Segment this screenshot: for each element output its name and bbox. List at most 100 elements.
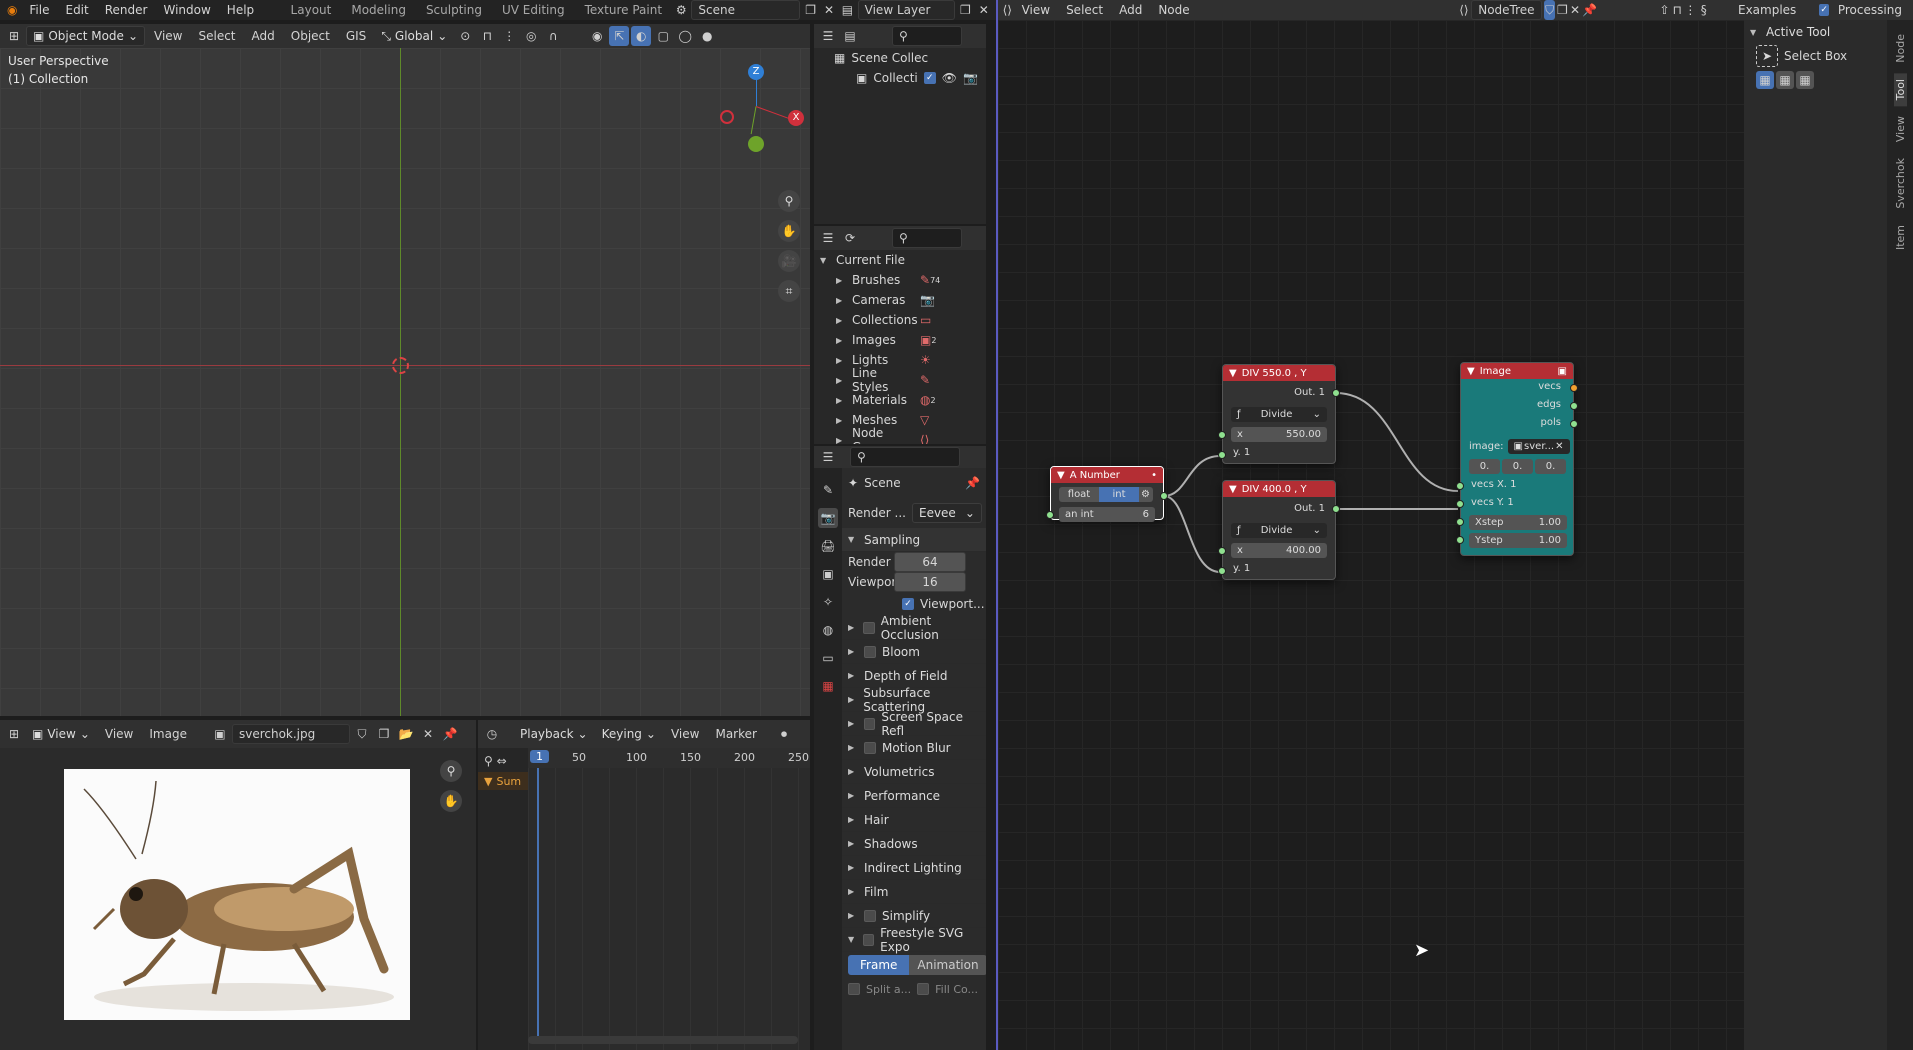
- fill-checkbox[interactable]: [917, 983, 930, 995]
- viewport-menu-select[interactable]: Select: [191, 27, 242, 45]
- properties-search-input[interactable]: ⚲: [850, 447, 960, 467]
- viewport-menu-object[interactable]: Object: [284, 27, 337, 45]
- close-icon[interactable]: ✕: [1555, 441, 1563, 452]
- view-layer-tab-icon[interactable]: ▣: [818, 564, 838, 584]
- node-menu-view[interactable]: View: [1015, 1, 1057, 19]
- node-menu-select[interactable]: Select: [1059, 1, 1110, 19]
- outliner-collection[interactable]: ▣ Collecti ✓ 👁 📷: [814, 68, 986, 88]
- new-view-layer-icon[interactable]: ❐: [957, 0, 973, 20]
- outliner-scene-collection[interactable]: ▦ Scene Collec: [814, 48, 986, 68]
- tab-layout[interactable]: Layout: [282, 0, 341, 20]
- input-socket[interactable]: [1046, 511, 1054, 519]
- menu-edit[interactable]: Edit: [58, 1, 95, 19]
- viewport-menu-view[interactable]: View: [147, 27, 189, 45]
- node-header[interactable]: ▼ Image ▣: [1461, 363, 1573, 379]
- output-socket[interactable]: [1160, 492, 1168, 500]
- collection-exclude-checkbox[interactable]: ✓: [923, 72, 936, 84]
- scene-tab-icon[interactable]: ✧: [818, 592, 838, 612]
- blend-search-input[interactable]: ⚲: [892, 228, 962, 248]
- menu-window[interactable]: Window: [156, 1, 217, 19]
- tab-texture-paint[interactable]: Texture Paint: [576, 0, 671, 20]
- panel-row[interactable]: ▶ Shadows: [842, 832, 986, 856]
- vecs-x-input-socket[interactable]: [1456, 482, 1464, 490]
- panel-checkbox[interactable]: [864, 645, 876, 658]
- menu-help[interactable]: Help: [220, 1, 261, 19]
- file-tree-item[interactable]: ▶ Collections ▭: [814, 310, 986, 330]
- node-header[interactable]: ▼ DIV 550.0 , Y: [1223, 365, 1335, 381]
- pin-icon[interactable]: 📌: [965, 476, 980, 490]
- panel-checkbox[interactable]: [864, 741, 876, 754]
- new-scene-icon[interactable]: ❐: [802, 0, 818, 20]
- vec-z-field[interactable]: 0.: [1535, 459, 1566, 474]
- mode-float-button[interactable]: float: [1059, 487, 1099, 502]
- node-editor-type-icon[interactable]: ⟨⟩: [1002, 0, 1013, 20]
- render-engine-dropdown[interactable]: Eevee ⌄: [911, 503, 982, 523]
- playback-menu[interactable]: Playback ⌄: [514, 724, 594, 744]
- viewport-3d[interactable]: User Perspective (1) Collection Z X ⚲ ✋ …: [0, 48, 810, 716]
- gizmo-y-axis[interactable]: [748, 136, 764, 152]
- node-header[interactable]: ▼ A Number •: [1051, 467, 1163, 483]
- panel-row[interactable]: ▶ Film: [842, 880, 986, 904]
- delete-scene-icon[interactable]: ✕: [821, 0, 837, 20]
- blender-logo-icon[interactable]: ◉: [4, 0, 20, 20]
- outliner-editor-icon[interactable]: ☰: [818, 228, 838, 248]
- file-tree-item[interactable]: ▶ Brushes ✎ 74: [814, 270, 986, 290]
- output-tab-icon[interactable]: 🖨: [818, 536, 838, 556]
- vecs-y-input-socket[interactable]: [1456, 500, 1464, 508]
- panel-row[interactable]: ▶ Bloom: [842, 640, 986, 664]
- new-image-icon[interactable]: ❐: [374, 724, 394, 744]
- node-editor-canvas[interactable]: ▼ A Number • float int ⚙ an int 6 ▼ DIV 550.…: [998, 20, 1744, 1050]
- image-editor-canvas[interactable]: ⚲ ✋: [0, 748, 476, 1050]
- panel-row[interactable]: ▶ Ambient Occlusion: [842, 614, 986, 642]
- record-icon[interactable]: ⏺: [774, 724, 794, 744]
- zoom-icon[interactable]: ⚲: [440, 760, 462, 782]
- outliner-search-input[interactable]: ⚲: [892, 26, 962, 46]
- texture-tab-icon[interactable]: ▦: [818, 676, 838, 696]
- tab-modeling[interactable]: Modeling: [342, 0, 415, 20]
- panel-row[interactable]: ▶ Motion Blur: [842, 736, 986, 760]
- camera-view-icon[interactable]: 🎥: [778, 250, 800, 272]
- unlink-image-icon[interactable]: ✕: [418, 724, 438, 744]
- unlink-tree-icon[interactable]: ✕: [1570, 0, 1581, 20]
- timeline-scrollbar[interactable]: [528, 1036, 798, 1044]
- new-tree-icon[interactable]: ❐: [1557, 0, 1568, 20]
- timeline-menu-view[interactable]: View: [664, 725, 706, 743]
- select-box-icon[interactable]: ➤: [1756, 45, 1778, 67]
- vec-x-field[interactable]: 0.: [1469, 459, 1500, 474]
- sidebar-tab-node[interactable]: Node: [1894, 28, 1907, 69]
- tab-sculpting[interactable]: Sculpting: [417, 0, 491, 20]
- 3d-cursor-icon[interactable]: [392, 357, 409, 374]
- panel-checkbox[interactable]: [864, 909, 876, 922]
- world-tab-icon[interactable]: ◍: [818, 620, 838, 640]
- image-name-field[interactable]: sverchok.jpg: [231, 724, 350, 744]
- pivot-icon[interactable]: ⊙: [455, 26, 475, 46]
- eye-icon[interactable]: 👁: [942, 71, 957, 85]
- visibility-icon[interactable]: ◉: [587, 26, 607, 46]
- timeline-area[interactable]: ⚲ ⇔ ▼ Sum 1 50 100 150 200 250: [478, 748, 810, 1050]
- node-div-550[interactable]: ▼ DIV 550.0 , Y Out. 1 ƒ Divide ⌄ x 550.00 y…: [1218, 364, 1340, 464]
- render-samples-field[interactable]: 64: [894, 552, 966, 572]
- ystep-input-socket[interactable]: [1456, 536, 1464, 544]
- wireframe-shading-icon[interactable]: ◯: [675, 26, 695, 46]
- properties-editor-icon[interactable]: ☰: [818, 447, 838, 467]
- perspective-toggle-icon[interactable]: ⌗: [778, 280, 800, 302]
- mode-int-button[interactable]: int: [1099, 487, 1139, 502]
- timeline-menu-marker[interactable]: Marker: [708, 725, 763, 743]
- ystep-field[interactable]: Ystep 1.00: [1469, 533, 1567, 548]
- viewport-menu-add[interactable]: Add: [245, 27, 282, 45]
- editor-type-icon[interactable]: ⊞: [4, 26, 24, 46]
- freestyle-frame-tab[interactable]: Frame: [848, 955, 910, 975]
- panel-checkbox[interactable]: [863, 621, 875, 634]
- frame-ruler[interactable]: 1 50 100 150 200 250: [528, 748, 810, 768]
- node-header[interactable]: ▼ DIV 400.0 , Y: [1223, 481, 1335, 497]
- file-tree-item[interactable]: ▶ Line Styles ✎: [814, 366, 986, 394]
- link-number-to-div1[interactable]: [1163, 455, 1221, 497]
- pan-hand-icon[interactable]: ✋: [778, 220, 800, 242]
- operation-dropdown[interactable]: ƒ Divide ⌄: [1231, 407, 1327, 422]
- node-menu-processing[interactable]: Processing: [1831, 1, 1909, 19]
- editor-type-icon[interactable]: ⊞: [4, 724, 24, 744]
- x-input-socket[interactable]: [1218, 431, 1226, 439]
- viewport-denoise-checkbox[interactable]: ✓: [902, 598, 914, 610]
- panel-row[interactable]: ▶ Subsurface Scattering: [842, 686, 986, 714]
- image-browse-icon[interactable]: ▣: [210, 724, 230, 744]
